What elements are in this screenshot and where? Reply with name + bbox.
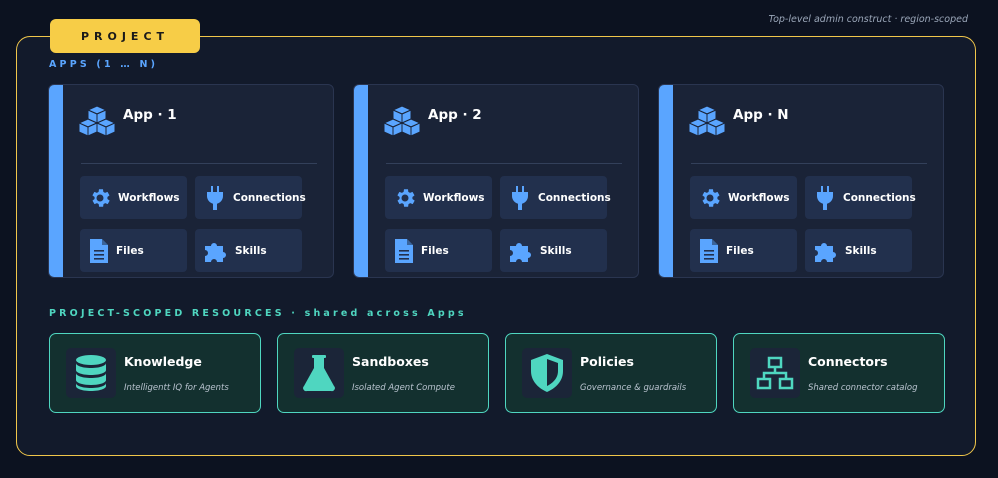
gear-icon <box>92 188 110 207</box>
cubes-icon <box>689 105 725 137</box>
res-icon-box <box>522 348 572 398</box>
resource-subtitle: Isolated Agent Compute <box>352 383 455 393</box>
resource-card-sandboxes[interactable]: Sandboxes Isolated Agent Compute <box>277 333 489 413</box>
chip-label: Workflows <box>118 191 180 204</box>
chip-files[interactable]: Files <box>385 229 492 272</box>
chip-workflows[interactable]: Workflows <box>690 176 797 219</box>
chip-label: Workflows <box>728 191 790 204</box>
gear-icon <box>702 188 720 207</box>
flask-icon <box>303 355 335 392</box>
app-divider <box>386 163 622 164</box>
plug-icon <box>817 185 833 210</box>
shield-icon <box>531 354 563 392</box>
resource-name: Sandboxes <box>352 354 429 369</box>
chip-files[interactable]: Files <box>80 229 187 272</box>
chip-label: Skills <box>235 244 267 257</box>
resource-name: Knowledge <box>124 354 202 369</box>
app-card-n: App · N Workflows Connections Files Skil… <box>658 84 944 278</box>
resource-card-connectors[interactable]: Connectors Shared connector catalog <box>733 333 945 413</box>
chip-label: Files <box>726 244 754 257</box>
res-icon-box <box>294 348 344 398</box>
chip-label: Skills <box>540 244 572 257</box>
resources-section-title: PROJECT-SCOPED RESOURCES · shared across… <box>49 308 467 319</box>
app-card-1: App · 1 Workflows Connections Files Skil… <box>48 84 334 278</box>
file-icon <box>395 238 413 263</box>
app-title: App · 1 <box>123 107 177 123</box>
resource-card-knowledge[interactable]: Knowledge Intelligentt IQ for Agents <box>49 333 261 413</box>
chip-connections[interactable]: Connections <box>805 176 916 219</box>
database-icon <box>76 355 106 391</box>
gear-icon <box>397 188 415 207</box>
top-note: Top-level admin construct · region-scope… <box>768 14 968 25</box>
file-icon <box>700 238 718 263</box>
plug-icon <box>512 185 528 210</box>
chip-files[interactable]: Files <box>690 229 797 272</box>
chip-label: Files <box>421 244 449 257</box>
chip-label: Files <box>116 244 144 257</box>
app-card-2: App · 2 Workflows Connections Files Skil… <box>353 84 639 278</box>
apps-section-title: APPS (1 … N) <box>49 59 159 70</box>
puzzle-icon <box>205 242 226 262</box>
app-accent-bar <box>354 85 368 277</box>
res-icon-box <box>66 348 116 398</box>
cubes-icon <box>384 105 420 137</box>
chip-skills[interactable]: Skills <box>195 229 302 272</box>
puzzle-icon <box>510 242 531 262</box>
app-accent-bar <box>659 85 673 277</box>
resource-subtitle: Governance & guardrails <box>580 383 687 393</box>
chip-label: Connections <box>538 191 611 204</box>
chip-label: Connections <box>843 191 916 204</box>
cubes-icon <box>79 105 115 137</box>
resource-subtitle: Intelligentt IQ for Agents <box>124 383 229 393</box>
app-title: App · N <box>733 107 789 123</box>
chip-label: Workflows <box>423 191 485 204</box>
app-divider <box>81 163 317 164</box>
chip-connections[interactable]: Connections <box>500 176 611 219</box>
app-accent-bar <box>49 85 63 277</box>
chip-workflows[interactable]: Workflows <box>385 176 492 219</box>
chip-workflows[interactable]: Workflows <box>80 176 187 219</box>
project-tab: PROJECT <box>50 19 200 53</box>
chip-label: Connections <box>233 191 306 204</box>
puzzle-icon <box>815 242 836 262</box>
file-icon <box>90 238 108 263</box>
chip-connections[interactable]: Connections <box>195 176 306 219</box>
app-title: App · 2 <box>428 107 482 123</box>
resource-name: Connectors <box>808 354 888 369</box>
chip-label: Skills <box>845 244 877 257</box>
resource-name: Policies <box>580 354 634 369</box>
chip-skills[interactable]: Skills <box>500 229 607 272</box>
plug-icon <box>207 185 223 210</box>
resource-card-policies[interactable]: Policies Governance & guardrails <box>505 333 717 413</box>
app-divider <box>691 163 927 164</box>
resource-subtitle: Shared connector catalog <box>808 383 918 393</box>
res-icon-box <box>750 348 800 398</box>
chip-skills[interactable]: Skills <box>805 229 912 272</box>
network-icon <box>756 356 794 390</box>
